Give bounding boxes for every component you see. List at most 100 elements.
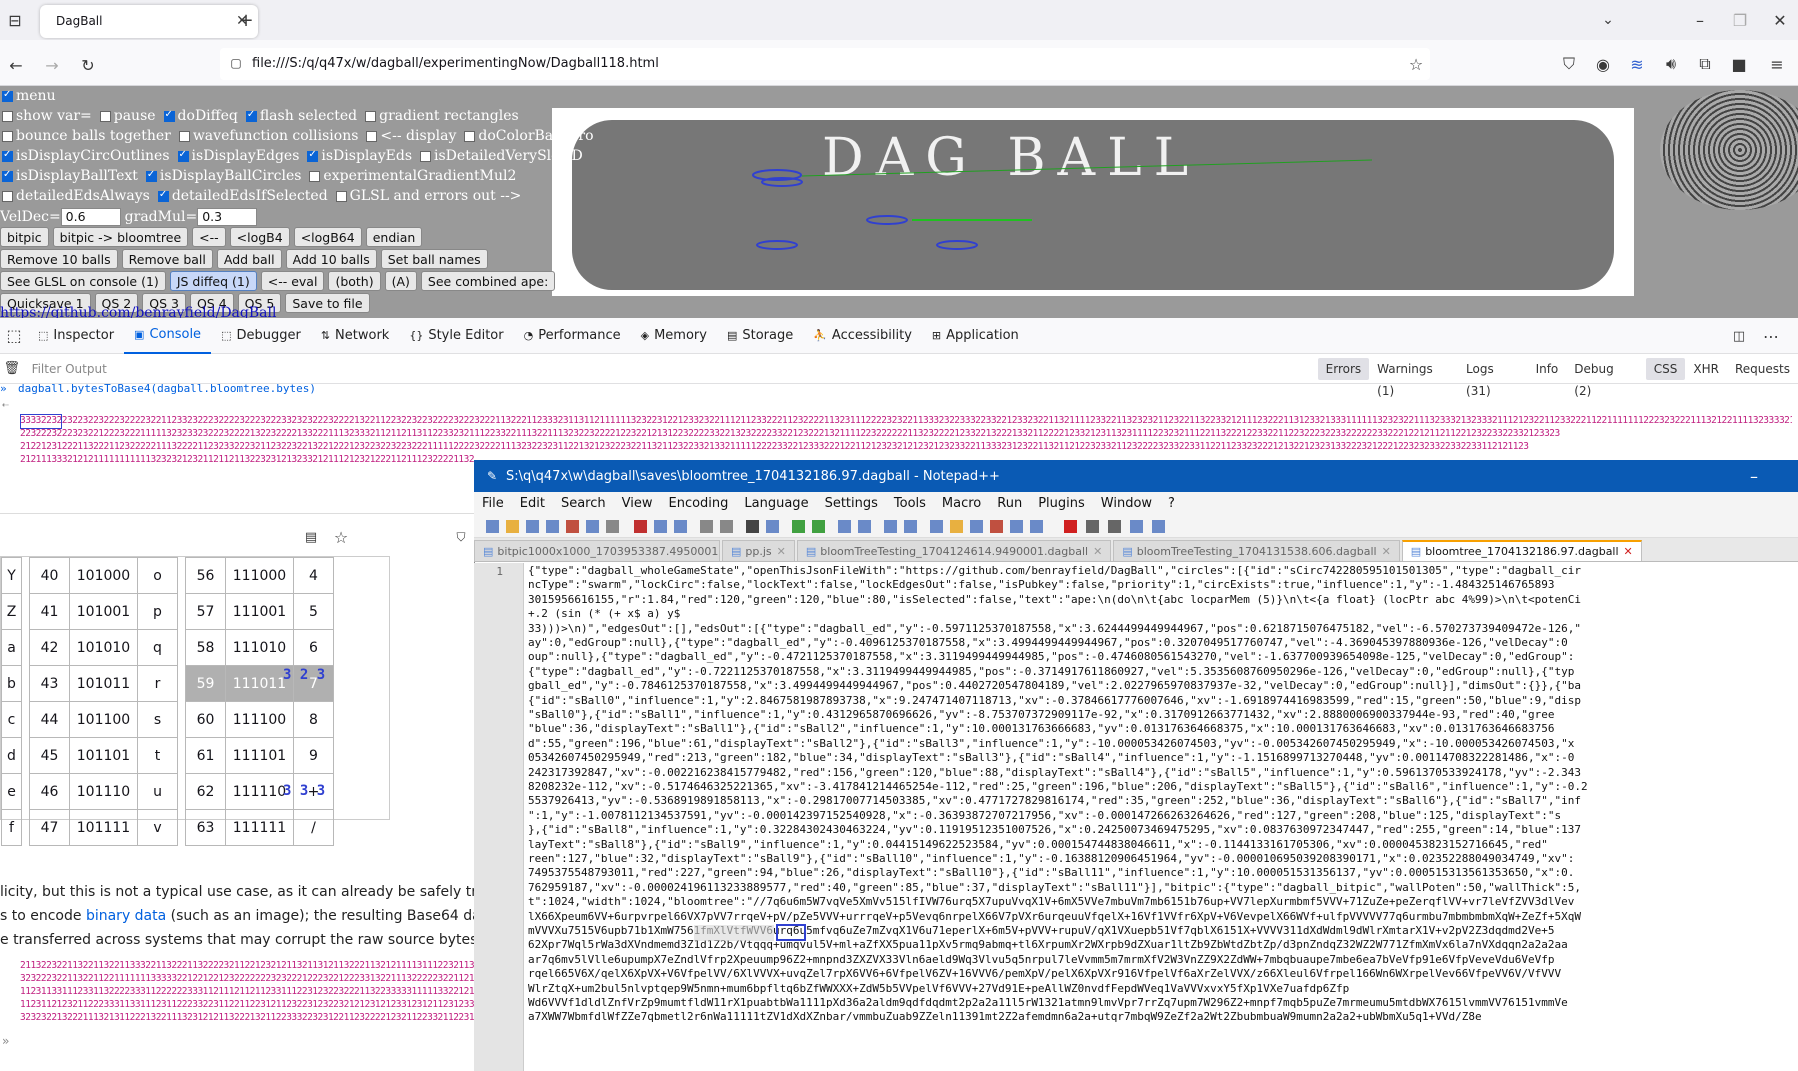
- dock-icon[interactable]: ◫: [1728, 326, 1750, 346]
- button-see-glsl-on-console-1[interactable]: See GLSL on console (1): [0, 271, 166, 291]
- menu-language[interactable]: Language: [736, 496, 816, 511]
- checkbox-isdisplayballcircles[interactable]: [145, 169, 157, 182]
- tab-network[interactable]: ⇅ Network: [311, 318, 400, 354]
- filter-logs-31[interactable]: Logs (31): [1458, 358, 1528, 398]
- file-tab-close-icon[interactable]: ✕: [777, 545, 786, 558]
- checkbox-pause[interactable]: [99, 110, 111, 122]
- button-bitpic-bloomtree[interactable]: bitpic -> bloomtree: [52, 227, 189, 247]
- checkbox-flash-selected[interactable]: [245, 109, 257, 122]
- tab-debugger[interactable]: ⬚ Debugger: [211, 318, 311, 354]
- gradmul-input[interactable]: 0.3: [197, 208, 258, 226]
- button-item[interactable]: <--: [192, 227, 226, 247]
- checkbox-docolorbackgro[interactable]: [464, 130, 476, 142]
- button-set-ball-names[interactable]: Set ball names: [380, 249, 488, 269]
- veldec-input[interactable]: 0.6: [60, 208, 121, 226]
- restore-icon[interactable]: ❐: [1728, 10, 1752, 30]
- filter-requests[interactable]: Requests: [1727, 358, 1798, 380]
- tab-memory[interactable]: ◈ Memory: [631, 318, 717, 354]
- button-js-diffeq-1[interactable]: JS diffeq (1): [169, 271, 257, 291]
- checkbox-isdisplayeds[interactable]: [307, 149, 319, 162]
- button-a[interactable]: (A): [384, 271, 417, 291]
- minimize-icon[interactable]: –: [1688, 10, 1712, 30]
- file-tab-close-icon[interactable]: ✕: [1093, 545, 1102, 558]
- button-endian[interactable]: endian: [365, 227, 423, 247]
- menu-edit[interactable]: Edit: [512, 496, 553, 511]
- profile-icon[interactable]: ■: [1728, 53, 1750, 75]
- menu-macro[interactable]: Macro: [934, 496, 989, 511]
- button-logb4[interactable]: <logB4: [229, 227, 290, 247]
- speaker-icon[interactable]: 🔊︎: [1660, 53, 1682, 75]
- filter-input[interactable]: Filter Output: [32, 362, 1318, 376]
- reader-view-icon[interactable]: ▤: [302, 528, 320, 546]
- file-tab[interactable]: ▤ bloomTreeTesting_1704124614.9490001.dag…: [796, 540, 1112, 561]
- pocket-save-icon[interactable]: ⛉: [452, 528, 470, 546]
- button-remove-ball[interactable]: Remove ball: [121, 249, 213, 269]
- filter-errors[interactable]: Errors: [1317, 357, 1370, 380]
- button-add-ball[interactable]: Add ball: [216, 249, 282, 269]
- checkbox-isdisplaycircoutlines[interactable]: [2, 149, 13, 162]
- menu-run[interactable]: Run: [989, 496, 1030, 511]
- filter-info[interactable]: Info: [1528, 358, 1567, 380]
- star-icon[interactable]: ☆: [332, 528, 350, 547]
- checkbox-show-var[interactable]: [2, 110, 13, 122]
- checkbox-bounce-balls-together[interactable]: [2, 130, 13, 142]
- menu-search[interactable]: Search: [553, 496, 614, 511]
- binary-data-link[interactable]: binary data: [86, 908, 166, 924]
- back-icon[interactable]: ←: [4, 53, 28, 77]
- file-tab[interactable]: ▤bitpic1000x1000_1703953387.4950001.dagb…: [474, 540, 720, 561]
- npp-minimize-icon[interactable]: –: [1744, 466, 1764, 486]
- checkbox-glsl-and-errors-out[interactable]: [335, 190, 347, 202]
- button-both[interactable]: (both): [328, 271, 381, 291]
- menu-icon[interactable]: ≡: [1766, 53, 1788, 75]
- reload-icon[interactable]: ↻: [76, 53, 100, 77]
- browser-tab[interactable]: DagBall ✕: [40, 5, 258, 38]
- filter-css[interactable]: CSS: [1645, 357, 1686, 380]
- button-add-10-balls[interactable]: Add 10 balls: [285, 249, 377, 269]
- file-tab-close-icon[interactable]: ✕: [1624, 545, 1633, 558]
- menu-encoding[interactable]: Encoding: [660, 496, 736, 511]
- checkbox-isdisplayballtext[interactable]: [2, 169, 13, 182]
- button-bitpic[interactable]: bitpic: [0, 227, 49, 247]
- trash-icon[interactable]: 🗑︎: [0, 361, 24, 376]
- bookmark-star-icon[interactable]: ☆: [1406, 54, 1426, 74]
- menu-tools[interactable]: Tools: [886, 496, 934, 511]
- tab-style-editor[interactable]: {} Style Editor: [399, 318, 513, 354]
- checkbox-detailededsifselected[interactable]: [157, 189, 169, 202]
- file-tab[interactable]: ▤ bloomTreeTesting_1704131538.606.dagball…: [1113, 540, 1400, 561]
- forward-icon[interactable]: →: [40, 53, 64, 77]
- tab-overview-icon[interactable]: ⊟: [4, 10, 26, 30]
- menu-view[interactable]: View: [614, 496, 661, 511]
- checkbox-detailededsalways[interactable]: [2, 190, 13, 202]
- checkbox-gradient-rectangles[interactable]: [365, 110, 377, 122]
- tab-application[interactable]: ⊞ Application: [922, 318, 1029, 354]
- button-remove-10-balls[interactable]: Remove 10 balls: [0, 249, 118, 269]
- new-tab-icon[interactable]: +: [234, 10, 258, 31]
- file-tab[interactable]: ▤ bloomtree_1704132186.97.dagball ✕: [1401, 540, 1642, 561]
- tab-inspector[interactable]: ⬚ Inspector: [28, 318, 124, 354]
- close-window-icon[interactable]: ✕: [1768, 10, 1792, 30]
- more-options-icon[interactable]: ⋯: [1760, 326, 1782, 346]
- checkbox-menu[interactable]: [2, 89, 13, 102]
- tab-console[interactable]: ▣ Console: [124, 318, 212, 354]
- checkbox-wavefunction-collisions[interactable]: [178, 130, 190, 142]
- url-bar[interactable]: ▢ file:///S:/q/q47x/w/dagball/experiment…: [220, 48, 1430, 80]
- toolbar-icons[interactable]: [474, 514, 1374, 538]
- account-icon[interactable]: ◉: [1592, 53, 1614, 75]
- button-logb64[interactable]: <logB64: [293, 227, 362, 247]
- list-tabs-icon[interactable]: ⌄: [1596, 10, 1620, 30]
- tab-accessibility[interactable]: ⛹ Accessibility: [803, 318, 922, 354]
- button-see-combined-ape[interactable]: See combined ape:: [420, 271, 556, 291]
- menu-settings[interactable]: Settings: [817, 496, 886, 511]
- checkbox-isdetailedveryslowd[interactable]: [420, 150, 432, 162]
- extensions-puzzle-icon[interactable]: ⧉: [1694, 53, 1716, 75]
- checkbox-isdisplayedges[interactable]: [177, 149, 189, 162]
- checkbox-experimentalgradientmul2[interactable]: [309, 170, 321, 182]
- menu-file[interactable]: File: [474, 496, 512, 511]
- pick-element-icon[interactable]: ⬚: [0, 326, 28, 345]
- menu-window[interactable]: Window: [1093, 496, 1160, 511]
- button-eval[interactable]: <-- eval: [260, 271, 325, 291]
- pocket-icon[interactable]: ⛉: [1558, 53, 1580, 75]
- file-tab-close-icon[interactable]: ✕: [1382, 545, 1391, 558]
- tab-performance[interactable]: ◔ Performance: [514, 318, 631, 354]
- tab-storage[interactable]: ▤ Storage: [717, 318, 803, 354]
